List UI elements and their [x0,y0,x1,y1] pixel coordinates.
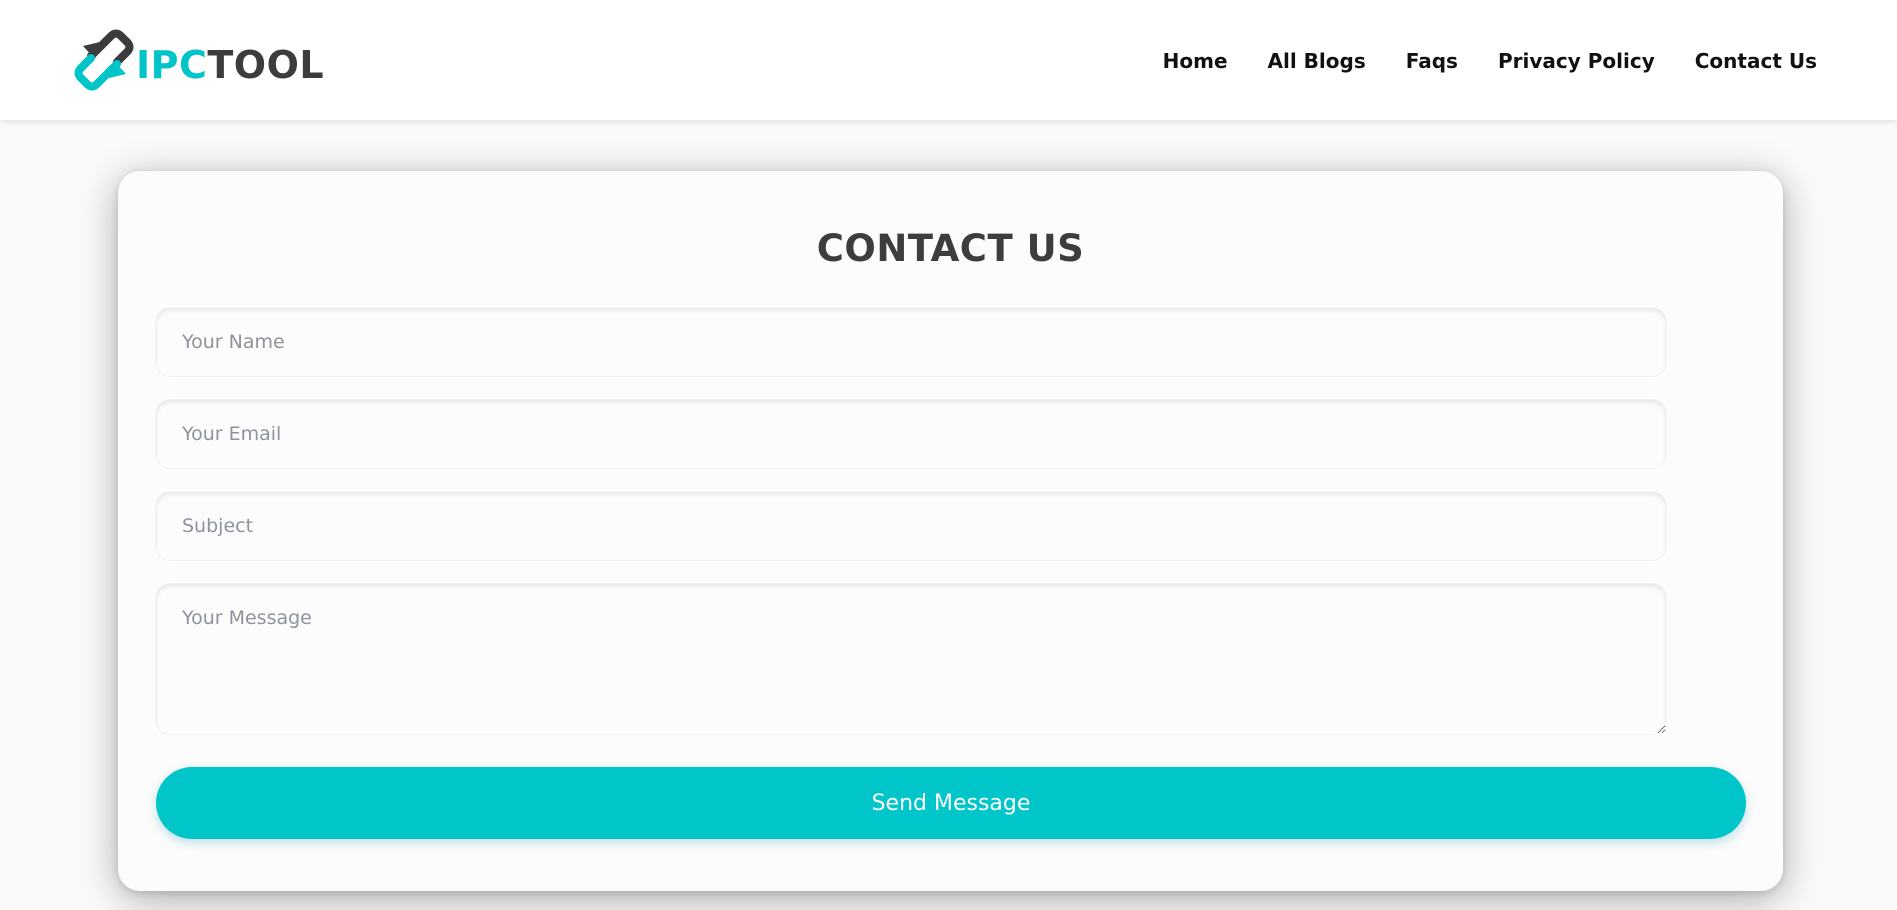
brand-name: IPCTOOL [136,46,324,84]
page-title: CONTACT US [816,227,1085,270]
nav-contact-us[interactable]: Contact Us [1695,48,1817,74]
brand-name-rest: TOOL [207,43,325,87]
send-message-button[interactable]: Send Message [156,767,1746,839]
message-textarea[interactable] [156,584,1666,734]
site-logo[interactable]: IPCTOOL [73,28,324,92]
name-input[interactable] [156,308,1666,376]
nav-privacy-policy[interactable]: Privacy Policy [1498,48,1655,74]
nav-faqs[interactable]: Faqs [1406,48,1458,74]
two-arrows-exchange-icon [74,29,134,91]
subject-input[interactable] [156,492,1666,560]
brand-name-accent: IPC [136,43,208,87]
main-nav: Home All Blogs Faqs Privacy Policy Conta… [1123,48,1817,74]
site-header: IPCTOOL Home All Blogs Faqs Privacy Poli… [0,0,1897,120]
nav-all-blogs[interactable]: All Blogs [1268,48,1366,74]
email-input[interactable] [156,400,1666,468]
contact-card: CONTACT US Send Message [118,171,1783,891]
nav-home[interactable]: Home [1163,48,1228,74]
